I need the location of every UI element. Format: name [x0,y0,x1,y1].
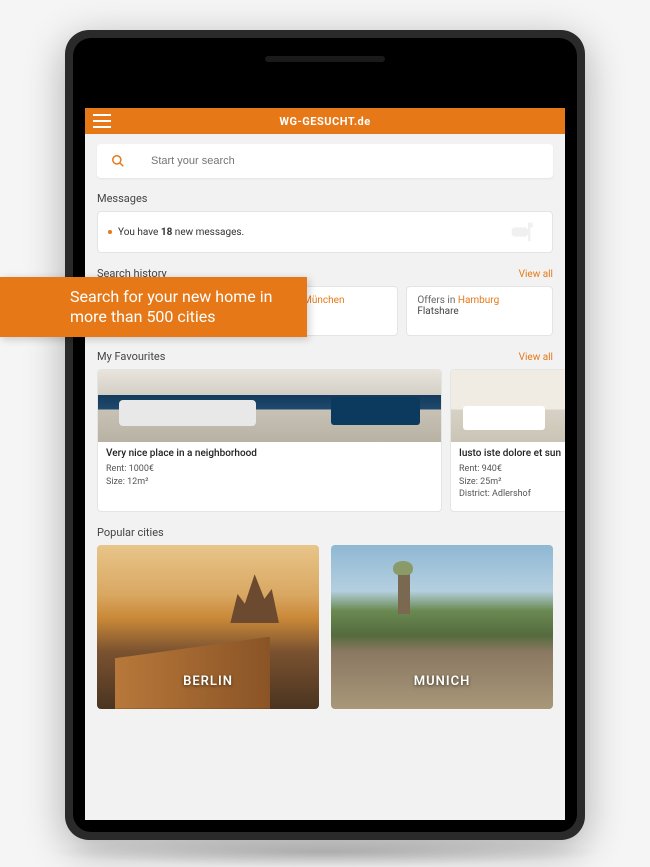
favourite-image [98,370,441,442]
messages-text: You have 18 new messages. [118,227,244,238]
favourite-card[interactable]: Very nice place in a neighborhood Rent: … [97,369,442,512]
menu-icon[interactable] [93,114,111,128]
tablet-bezel: WG-GESUCHT.de Messages You have 18 new m… [73,38,577,832]
top-bar: WG-GESUCHT.de [85,108,565,134]
favourites-row: Very nice place in a neighborhood Rent: … [97,369,553,512]
city-card-berlin[interactable]: BERLIN [97,545,319,709]
history-card[interactable]: Offers in Hamburg Flatshare [406,286,553,336]
app-title: WG-GESUCHT.de [279,115,370,128]
search-bar[interactable] [97,144,553,178]
unread-dot-icon [108,230,112,234]
promo-overlay: Search for your new home in more than 50… [0,277,307,337]
city-card-munich[interactable]: MUNICH [331,545,553,709]
popular-heading: Popular cities [97,526,164,539]
messages-heading: Messages [97,192,147,205]
mailbox-icon [506,218,536,246]
popular-cities-row: BERLIN MUNICH [97,545,553,709]
favourite-rent: Rent: 1000€ [106,463,433,476]
city-name: MUNICH [414,674,471,689]
messages-card[interactable]: You have 18 new messages. [97,211,553,253]
tablet-frame: WG-GESUCHT.de Messages You have 18 new m… [65,30,585,840]
search-input[interactable] [151,155,539,167]
search-icon [111,154,125,168]
app-screen: WG-GESUCHT.de Messages You have 18 new m… [85,108,565,820]
favourite-image [451,370,565,442]
favourite-card[interactable]: Iusto iste dolore et sunt incidunt Rent:… [450,369,565,512]
history-view-all[interactable]: View all [519,269,553,280]
tablet-speaker [265,56,385,62]
favourites-heading: My Favourites [97,350,165,363]
city-name: BERLIN [183,674,233,689]
favourites-view-all[interactable]: View all [519,352,553,363]
favourite-rent: Rent: 940€ [459,463,561,476]
favourite-title: Iusto iste dolore et sunt incidunt [459,448,561,459]
favourite-district: District: Adlershof [459,488,561,501]
shadow [45,837,605,867]
favourite-size: Size: 12m² [106,476,433,489]
favourite-size: Size: 25m² [459,476,561,489]
favourite-title: Very nice place in a neighborhood [106,448,433,459]
